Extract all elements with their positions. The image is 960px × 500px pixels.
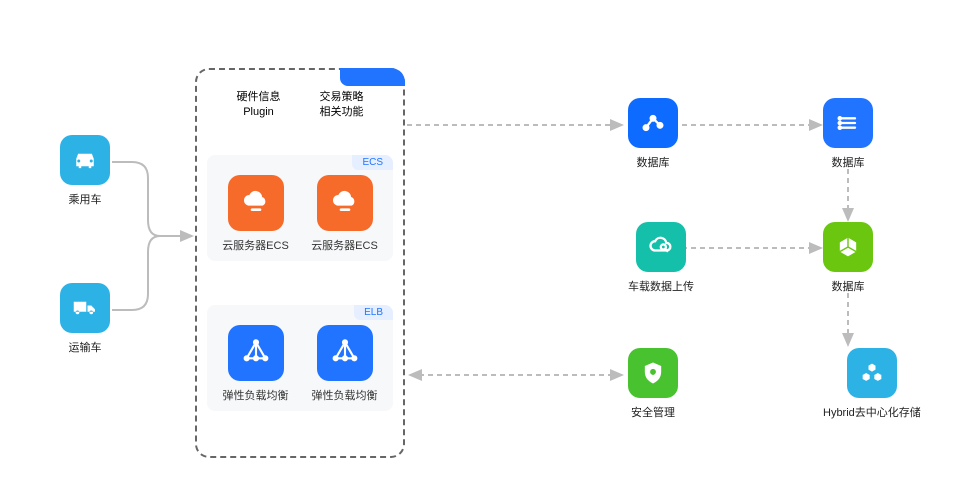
- node-cloudsearch: 车载数据上传: [628, 222, 694, 294]
- node-graph: 数据库: [628, 98, 678, 170]
- hex-db-icon: [823, 222, 873, 272]
- header-col-1: 硬件信息 Plugin: [237, 90, 281, 121]
- architecture-diagram: 乘用车 运输车 硬件信息 Plugin 交易策略 相关功能 ECS 云服务器EC…: [0, 0, 960, 500]
- connectors: [0, 0, 960, 500]
- shield-icon: [628, 348, 678, 398]
- center-panel: 硬件信息 Plugin 交易策略 相关功能 ECS 云服务器ECS 云服务器EC…: [195, 68, 405, 458]
- center-header: 硬件信息 Plugin 交易策略 相关功能: [197, 90, 403, 121]
- ecs-item-2: 云服务器ECS: [311, 175, 378, 253]
- cloud-server-icon: [317, 175, 373, 231]
- load-balancer-icon: [317, 325, 373, 381]
- graph-icon: [628, 98, 678, 148]
- hbase-label: Hybrid去中心化存储: [823, 404, 921, 420]
- ecs-item-1: 云服务器ECS: [222, 175, 289, 253]
- node-truck: 运输车: [60, 283, 110, 355]
- elb-label-1: 弹性负载均衡: [223, 387, 289, 403]
- cloud-search-icon: [636, 222, 686, 272]
- load-balancer-icon: [228, 325, 284, 381]
- cluster-icon: [847, 348, 897, 398]
- node-lines: 数据库: [823, 98, 873, 170]
- node-greendb: 数据库: [823, 222, 873, 294]
- lines-label: 数据库: [832, 154, 865, 170]
- greendb-label: 数据库: [832, 278, 865, 294]
- cloud-server-icon: [228, 175, 284, 231]
- database-lines-icon: [823, 98, 873, 148]
- ecs-panel: ECS 云服务器ECS 云服务器ECS: [207, 155, 393, 261]
- elb-panel: ELB 弹性负载均衡 弹性负载均衡: [207, 305, 393, 411]
- car-icon: [60, 135, 110, 185]
- ecs-tag: ECS: [352, 155, 393, 170]
- truck-icon: [60, 283, 110, 333]
- node-shield: 安全管理: [628, 348, 678, 420]
- elb-item-1: 弹性负载均衡: [223, 325, 289, 403]
- cloudsearch-label: 车载数据上传: [628, 278, 694, 294]
- truck-label: 运输车: [69, 339, 102, 355]
- header2-line2: 相关功能: [320, 105, 364, 120]
- elb-tag: ELB: [354, 305, 393, 320]
- elb-item-2: 弹性负载均衡: [312, 325, 378, 403]
- car-label: 乘用车: [69, 191, 102, 207]
- graph-label: 数据库: [637, 154, 670, 170]
- shield-label: 安全管理: [631, 404, 675, 420]
- node-car: 乘用车: [60, 135, 110, 207]
- center-tab: [340, 68, 405, 86]
- header1-line2: Plugin: [237, 105, 281, 120]
- header2-line1: 交易策略: [320, 90, 364, 105]
- ecs-label-2: 云服务器ECS: [311, 237, 378, 253]
- header-col-2: 交易策略 相关功能: [320, 90, 364, 121]
- header1-line1: 硬件信息: [237, 90, 281, 105]
- node-hbase: Hybrid去中心化存储: [823, 348, 921, 420]
- elb-label-2: 弹性负载均衡: [312, 387, 378, 403]
- ecs-label-1: 云服务器ECS: [222, 237, 289, 253]
